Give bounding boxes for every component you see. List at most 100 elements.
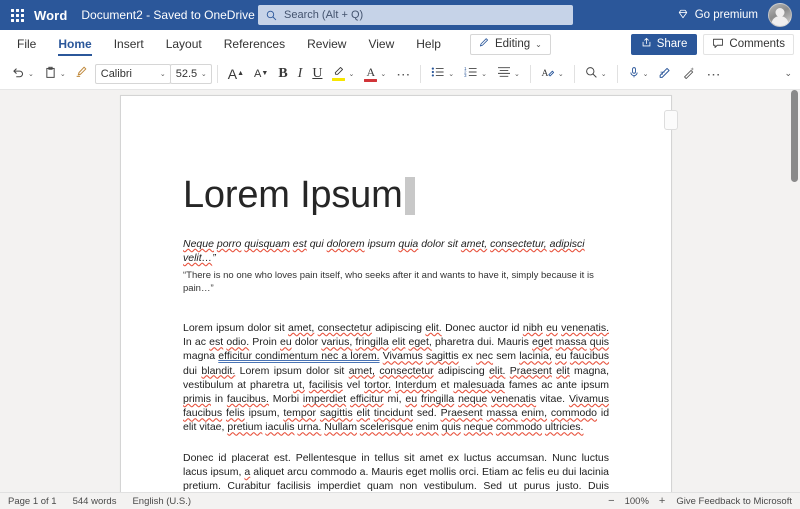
tab-review[interactable]: Review xyxy=(296,30,357,58)
title-bar: Word Document2 - Saved to OneDrive ⌄ Sea… xyxy=(0,0,800,30)
shrink-font-icon: A xyxy=(254,68,261,80)
chevron-down-icon[interactable]: ⌄ xyxy=(448,70,454,78)
zoom-out-button[interactable]: − xyxy=(608,495,614,507)
chevron-down-icon: ⌄ xyxy=(201,70,207,78)
document-paragraph-2: Donec id placerat est. Pellentesque in t… xyxy=(183,451,609,492)
bold-button[interactable]: B xyxy=(273,61,292,87)
font-name-select[interactable]: Calibri ⌄ xyxy=(95,64,171,84)
formatting-toolbar: ⌄ ⌄ Calibri ⌄ 52.5 ⌄ A▲ A▼ B xyxy=(0,58,800,90)
bold-label: B xyxy=(278,66,287,82)
document-title[interactable]: Document2 - Saved to OneDrive ⌄ xyxy=(81,8,266,22)
numbered-list-button[interactable]: 123 ⌄ xyxy=(459,61,492,87)
avatar[interactable] xyxy=(768,3,792,27)
tab-insert[interactable]: Insert xyxy=(103,30,155,58)
format-painter-icon xyxy=(74,65,88,82)
text-cursor xyxy=(405,177,415,215)
grow-font-button[interactable]: A▲ xyxy=(223,61,249,87)
designer-icon xyxy=(682,66,696,82)
feedback-link[interactable]: Give Feedback to Microsoft xyxy=(676,496,792,507)
chevron-down-icon: ⌄ xyxy=(160,70,166,78)
scrollbar-thumb[interactable] xyxy=(791,90,798,182)
chevron-down-icon[interactable]: ⌄ xyxy=(60,70,66,78)
chevron-down-icon[interactable]: ⌄ xyxy=(481,70,487,78)
vertical-scrollbar[interactable] xyxy=(790,90,799,492)
comment-icon xyxy=(712,37,724,52)
tab-home[interactable]: Home xyxy=(47,30,102,58)
toolbar-divider xyxy=(574,65,575,83)
collapse-ribbon-button[interactable]: ⌄ xyxy=(784,68,792,79)
bullet-list-icon xyxy=(431,66,445,81)
toolbar-divider xyxy=(217,65,218,83)
bullet-list-button[interactable]: ⌄ xyxy=(426,61,459,87)
app-name: Word xyxy=(34,8,67,23)
shrink-font-button[interactable]: A▼ xyxy=(249,61,273,87)
go-premium-button[interactable]: Go premium xyxy=(677,8,758,23)
zoom-level[interactable]: 100% xyxy=(625,496,649,507)
font-color-icon: A xyxy=(364,66,377,82)
microphone-icon xyxy=(628,66,640,82)
chevron-down-icon[interactable]: ⌄ xyxy=(558,70,564,78)
svg-text:A: A xyxy=(541,68,548,79)
toolbar-divider xyxy=(420,65,421,83)
paste-icon xyxy=(44,66,57,82)
underline-button[interactable]: U xyxy=(307,61,327,87)
word-online-window: Word Document2 - Saved to OneDrive ⌄ Sea… xyxy=(0,0,800,509)
editing-mode-label: Editing xyxy=(495,38,530,50)
tab-references[interactable]: References xyxy=(213,30,296,58)
search-icon xyxy=(266,10,277,21)
chevron-down-icon[interactable]: ⌄ xyxy=(514,70,520,78)
search-input[interactable]: Search (Alt + Q) xyxy=(258,5,573,25)
comments-button[interactable]: Comments xyxy=(703,34,794,55)
document-page[interactable]: Lorem Ipsum Neque porro quisquam est qui… xyxy=(120,95,672,492)
toolbar-divider xyxy=(530,65,531,83)
document-quote: Neque porro quisquam est qui dolorem ips… xyxy=(183,237,609,295)
align-icon xyxy=(497,66,511,81)
undo-button[interactable]: ⌄ xyxy=(6,61,39,87)
pencil-icon xyxy=(479,37,490,51)
highlight-icon xyxy=(332,66,345,81)
tab-help[interactable]: Help xyxy=(405,30,452,58)
go-premium-label: Go premium xyxy=(695,9,758,21)
comments-label: Comments xyxy=(729,38,785,50)
quote-text: Neque porro quisquam est qui dolorem ips… xyxy=(183,238,585,264)
highlight-button[interactable]: ⌄ xyxy=(327,61,359,87)
share-button[interactable]: Share xyxy=(631,34,698,55)
word-count[interactable]: 544 words xyxy=(73,496,117,507)
font-size-select[interactable]: 52.5 ⌄ xyxy=(170,64,212,84)
more-font-options-button[interactable]: ⋯ xyxy=(391,61,415,87)
document-canvas[interactable]: Lorem Ipsum Neque porro quisquam est qui… xyxy=(0,90,800,492)
find-button[interactable]: ⌄ xyxy=(580,61,612,87)
comment-anchor[interactable] xyxy=(664,110,678,130)
chevron-down-icon[interactable]: ⌄ xyxy=(348,70,354,78)
tab-layout[interactable]: Layout xyxy=(155,30,213,58)
page-indicator[interactable]: Page 1 of 1 xyxy=(8,496,57,507)
zoom-in-button[interactable]: + xyxy=(659,495,665,507)
paste-button[interactable]: ⌄ xyxy=(39,61,71,87)
editor-button[interactable] xyxy=(653,61,677,87)
search-placeholder: Search (Alt + Q) xyxy=(284,9,363,21)
tab-view[interactable]: View xyxy=(357,30,405,58)
tab-file[interactable]: File xyxy=(6,30,47,58)
format-painter-button[interactable] xyxy=(71,61,91,87)
app-launcher-icon[interactable] xyxy=(0,9,34,22)
font-color-button[interactable]: A ⌄ xyxy=(359,61,391,87)
share-icon xyxy=(641,37,652,51)
designer-button[interactable] xyxy=(677,61,701,87)
editor-icon xyxy=(658,66,672,82)
chevron-down-icon[interactable]: ⌄ xyxy=(28,70,34,78)
chevron-down-icon[interactable]: ⌄ xyxy=(643,70,649,78)
document-paragraph-1: Lorem ipsum dolor sit amet, consectetur … xyxy=(183,321,609,435)
align-button[interactable]: ⌄ xyxy=(492,61,525,87)
chevron-down-icon[interactable]: ⌄ xyxy=(380,70,386,78)
chevron-down-icon[interactable]: ⌄ xyxy=(601,70,607,78)
ellipsis-icon: ⋯ xyxy=(706,70,720,78)
toolbar-overflow-button[interactable]: ⋯ xyxy=(701,61,725,87)
italic-button[interactable]: I xyxy=(293,61,308,87)
font-size-value: 52.5 xyxy=(176,68,197,80)
dictate-button[interactable]: ⌄ xyxy=(623,61,654,87)
ellipsis-icon: ⋯ xyxy=(396,70,410,78)
status-bar-right: − 100% + Give Feedback to Microsoft xyxy=(608,495,792,507)
editing-mode-button[interactable]: Editing ⌄ xyxy=(470,34,551,55)
language-indicator[interactable]: English (U.S.) xyxy=(132,496,191,507)
styles-button[interactable]: A ⌄ xyxy=(536,61,569,87)
